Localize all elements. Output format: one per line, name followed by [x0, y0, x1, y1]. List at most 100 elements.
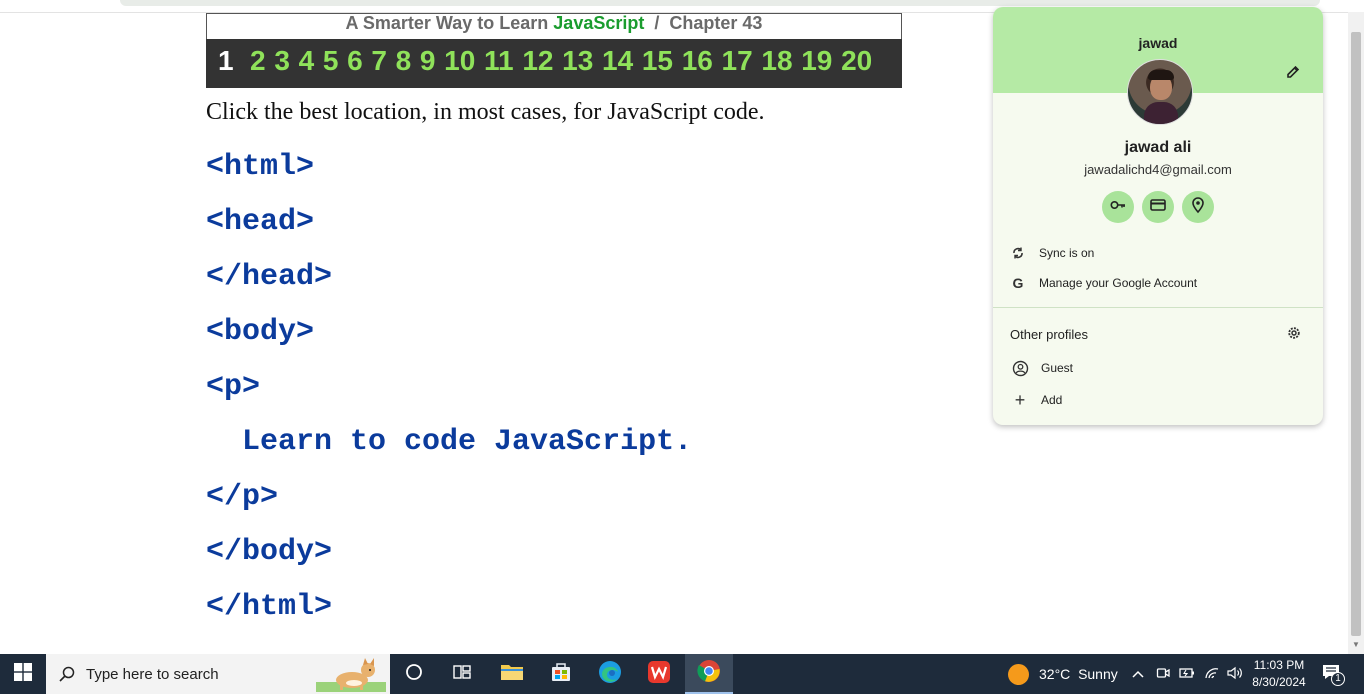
browser-toolbar-edge [120, 0, 1320, 6]
location-pin-icon [1189, 196, 1207, 219]
folder-icon [500, 662, 524, 687]
taskbar-search-box[interactable]: Type here to search [46, 654, 390, 694]
wps-office-button[interactable] [635, 654, 683, 694]
code-line-option[interactable]: </head> [206, 260, 332, 294]
guest-profile-row[interactable]: Guest [1011, 358, 1073, 378]
manage-profiles-gear-icon[interactable] [1287, 326, 1301, 344]
exercise-link-11[interactable]: 11 [484, 45, 514, 77]
profile-name: jawad [1138, 35, 1178, 51]
scrollbar-thumb[interactable] [1351, 32, 1361, 636]
clock-time: 11:03 PM [1253, 658, 1305, 672]
chevron-up-icon [1131, 666, 1145, 682]
exercise-link-current[interactable]: 1 [218, 45, 234, 77]
windows-logo-icon [14, 662, 32, 686]
exercise-nav-bar: 1 2 3 4 5 6 7 8 9 10 11 12 13 14 15 16 17 18 19 20 [206, 39, 902, 88]
edit-pencil-icon[interactable] [1285, 64, 1301, 80]
account-email: jawadalichd4@gmail.com [1084, 162, 1232, 177]
credit-card-icon [1149, 196, 1167, 219]
exercise-link-6[interactable]: 6 [347, 45, 363, 77]
action-center-button[interactable]: 1 [1322, 654, 1345, 694]
code-line-option[interactable]: <html> [206, 150, 314, 184]
exercise-link-7[interactable]: 7 [371, 45, 387, 77]
avatar [1127, 59, 1193, 125]
code-line-option[interactable]: </body> [206, 535, 332, 569]
code-line-option[interactable]: </html> [206, 590, 332, 624]
browser-page: A Smarter Way to Learn JavaScript / Chap… [0, 0, 1364, 654]
sync-icon [1009, 244, 1027, 262]
key-icon [1109, 196, 1127, 219]
windows-taskbar: Type here to search 32°C Sunny 11:03 PM … [0, 654, 1364, 694]
chrome-icon [697, 659, 721, 688]
start-button[interactable] [0, 654, 46, 694]
exercise-link-14[interactable]: 14 [602, 45, 633, 77]
battery-charging-icon [1179, 666, 1195, 683]
sync-label: Sync is on [1039, 246, 1095, 260]
show-hidden-icons-button[interactable] [1131, 654, 1145, 694]
sun-icon [1008, 663, 1029, 685]
store-bag-icon [550, 661, 572, 688]
addresses-button[interactable] [1182, 191, 1214, 223]
battery-button[interactable] [1179, 654, 1195, 694]
exercise-link-9[interactable]: 9 [420, 45, 436, 77]
exercise-link-20[interactable]: 20 [841, 45, 872, 77]
exercise-link-5[interactable]: 5 [323, 45, 339, 77]
weather-temp: 32°C [1039, 666, 1071, 682]
guest-label: Guest [1041, 361, 1074, 375]
speaker-icon [1227, 666, 1244, 683]
search-highlight-dog-icon [316, 656, 386, 692]
clock-date: 8/30/2024 [1252, 675, 1306, 689]
exercise-link-12[interactable]: 12 [522, 45, 553, 77]
cortana-circle-icon [405, 663, 423, 686]
page-header: A Smarter Way to Learn JavaScript / Chap… [206, 13, 902, 40]
exercise-link-4[interactable]: 4 [299, 45, 315, 77]
cortana-button[interactable] [390, 654, 438, 694]
popup-divider [993, 307, 1323, 308]
task-view-icon [453, 663, 471, 686]
scroll-down-arrow-icon[interactable]: ▼ [1352, 640, 1360, 652]
code-line-option[interactable]: Learn to code JavaScript. [206, 425, 692, 459]
exercise-link-8[interactable]: 8 [396, 45, 412, 77]
weather-desc: Sunny [1078, 666, 1118, 682]
exercise-link-17[interactable]: 17 [722, 45, 753, 77]
google-g-icon: G [1012, 275, 1024, 291]
file-explorer-button[interactable] [488, 654, 536, 694]
plus-icon: + [1014, 389, 1026, 410]
sync-status-row[interactable]: Sync is on [1009, 243, 1094, 263]
exercise-link-19[interactable]: 19 [801, 45, 832, 77]
chrome-button[interactable] [685, 654, 733, 694]
exercise-link-15[interactable]: 15 [642, 45, 673, 77]
exercise-link-10[interactable]: 10 [444, 45, 475, 77]
volume-button[interactable] [1227, 654, 1244, 694]
microsoft-store-button[interactable] [537, 654, 585, 694]
exercise-link-18[interactable]: 18 [761, 45, 792, 77]
notification-icon: 1 [1322, 664, 1345, 686]
meet-now-button[interactable] [1156, 654, 1170, 694]
code-line-option[interactable]: <head> [206, 205, 314, 239]
question-text: Click the best location, in most cases, … [206, 99, 765, 125]
exercise-link-3[interactable]: 3 [274, 45, 290, 77]
code-line-option[interactable]: <p> [206, 370, 260, 404]
header-separator: / [654, 13, 660, 33]
exercise-link-13[interactable]: 13 [562, 45, 593, 77]
code-line-option[interactable]: <body> [206, 315, 314, 349]
code-line-option[interactable]: </p> [206, 480, 278, 514]
weather-widget[interactable]: 32°C Sunny [1008, 654, 1118, 694]
wifi-icon [1204, 666, 1220, 683]
manage-account-row[interactable]: G Manage your Google Account [1009, 273, 1198, 293]
add-profile-row[interactable]: + Add [1011, 389, 1063, 410]
payment-methods-button[interactable] [1142, 191, 1174, 223]
add-label: Add [1041, 393, 1063, 407]
header-chapter: Chapter 43 [669, 13, 763, 33]
clock[interactable]: 11:03 PM 8/30/2024 [1244, 657, 1314, 691]
exercise-link-2[interactable]: 2 [250, 45, 266, 77]
person-circle-icon [1011, 359, 1029, 377]
search-icon [58, 665, 76, 688]
edge-browser-button[interactable] [586, 654, 634, 694]
profile-popup: jawad jawad ali jawadalichd4@gmail.com S… [993, 7, 1323, 425]
exercise-link-16[interactable]: 16 [682, 45, 713, 77]
passwords-button[interactable] [1102, 191, 1134, 223]
network-button[interactable] [1204, 654, 1220, 694]
task-view-button[interactable] [438, 654, 486, 694]
header-prefix: A Smarter Way to Learn [345, 13, 549, 33]
meet-now-icon [1156, 666, 1170, 683]
